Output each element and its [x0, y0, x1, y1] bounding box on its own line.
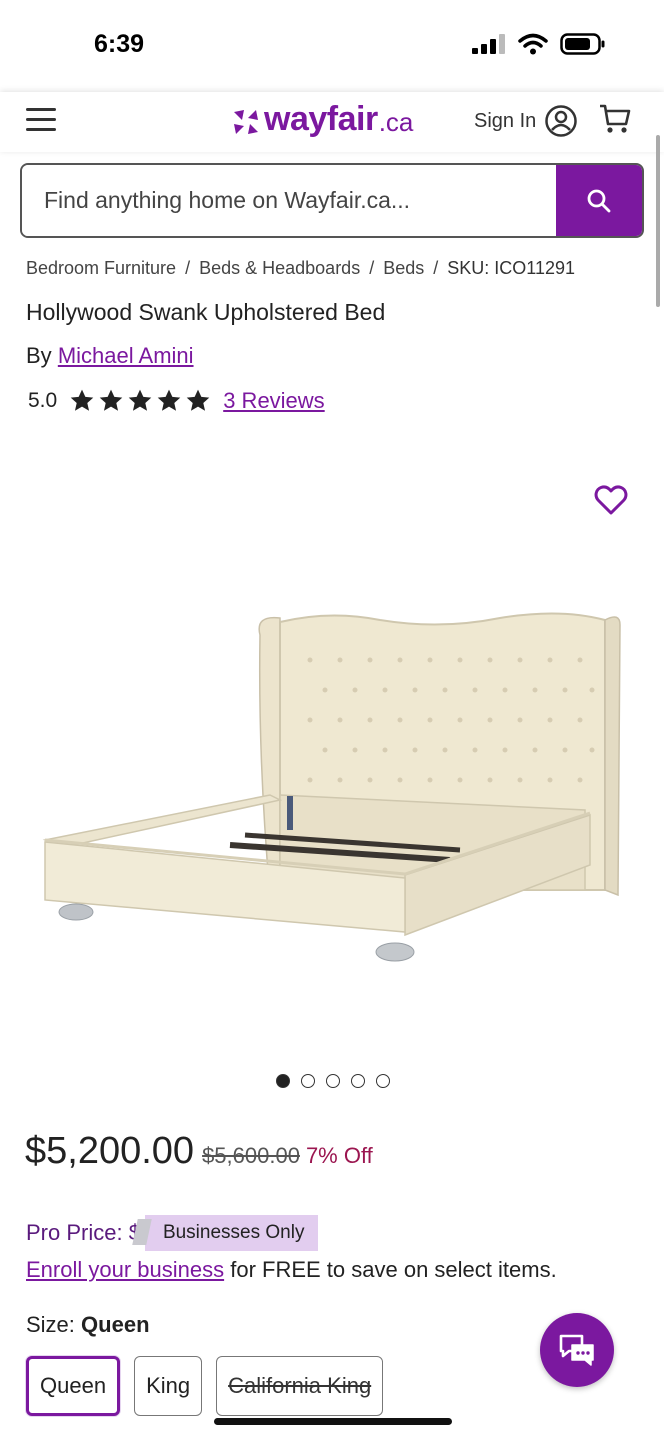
by-prefix: By: [26, 343, 52, 368]
pro-price-row: Pro Price: $ Businesses Only: [26, 1215, 319, 1251]
chat-button[interactable]: [540, 1313, 614, 1387]
size-option-queen[interactable]: Queen: [26, 1356, 121, 1416]
carousel-dot[interactable]: [326, 1074, 340, 1088]
cart-icon[interactable]: [598, 102, 632, 136]
hamburger-menu-icon[interactable]: [26, 108, 56, 132]
carousel-dot[interactable]: [276, 1074, 290, 1088]
logo-tld: .ca: [378, 107, 414, 137]
heart-icon[interactable]: [594, 484, 628, 516]
size-option-label: King: [146, 1373, 191, 1398]
size-option-king[interactable]: King: [134, 1356, 203, 1416]
product-title: Hollywood Swank Upholstered Bed: [26, 299, 386, 325]
wifi-icon: [518, 33, 548, 55]
size-selected-value: Queen: [81, 1312, 150, 1337]
breadcrumb-separator: /: [185, 258, 191, 278]
account-icon[interactable]: [544, 104, 578, 138]
site-header: wayfair .ca Sign In: [0, 92, 664, 152]
search-input[interactable]: [22, 165, 558, 236]
breadcrumb-item-bedroom-furniture[interactable]: Bedroom Furniture: [26, 258, 176, 278]
logo-text: wayfair: [264, 100, 378, 138]
breadcrumb-item-beds-headboards[interactable]: Beds & Headboards: [199, 258, 360, 278]
size-options: Queen King California King: [26, 1356, 384, 1416]
original-price: $5,600.00: [202, 1143, 300, 1168]
star-icon: [157, 389, 181, 411]
home-indicator[interactable]: [214, 1418, 452, 1425]
sku-label: SKU: ICO11291: [447, 258, 575, 278]
search-icon: [587, 189, 611, 212]
brand-byline: By Michael Amini: [26, 343, 194, 369]
star-icon: [99, 389, 123, 411]
current-price: $5,200.00: [25, 1130, 195, 1172]
breadcrumb-separator: /: [433, 258, 439, 278]
star-icon: [70, 389, 94, 411]
size-option-label: California King: [228, 1373, 372, 1398]
status-time: 6:39: [94, 30, 145, 58]
carousel-dots: [276, 1074, 390, 1088]
rating-value: 5.0: [28, 389, 58, 412]
product-image[interactable]: [30, 560, 640, 990]
carousel-dot[interactable]: [376, 1074, 390, 1088]
enroll-text: Enroll your business for FREE to save on…: [26, 1257, 557, 1283]
enroll-description: for FREE to save on select items.: [224, 1257, 557, 1282]
enroll-business-link[interactable]: Enroll your business: [26, 1257, 224, 1282]
size-label: Size: Queen: [26, 1312, 150, 1338]
pro-price-label: Pro Price: $: [26, 1220, 141, 1245]
star-icon: [186, 389, 210, 411]
sign-in-link[interactable]: Sign In: [474, 110, 536, 133]
rating-stars: [69, 388, 211, 414]
status-icons: [472, 33, 606, 55]
businesses-only-badge: Businesses Only: [144, 1215, 319, 1251]
breadcrumb-separator: /: [369, 258, 375, 278]
chat-icon: [559, 1334, 594, 1366]
carousel-dot[interactable]: [351, 1074, 365, 1088]
discount-badge: 7% Off: [305, 1143, 373, 1168]
reviews-link[interactable]: 3 Reviews: [223, 388, 324, 414]
battery-icon: [560, 33, 605, 55]
price-row: $5,200.00 $5,600.00 7% Off: [25, 1130, 373, 1173]
scrollbar[interactable]: [656, 135, 660, 307]
breadcrumb-item-beds[interactable]: Beds: [383, 258, 424, 278]
size-option-california-king[interactable]: California King: [216, 1356, 384, 1416]
carousel-dot[interactable]: [301, 1074, 315, 1088]
size-option-label: Queen: [40, 1373, 107, 1398]
breadcrumb: Bedroom Furniture / Beds & Headboards / Beds…: [26, 258, 575, 279]
brand-link[interactable]: Michael Amini: [58, 343, 194, 368]
size-label-prefix: Size:: [26, 1312, 75, 1337]
wayfair-logo[interactable]: wayfair .ca: [232, 100, 413, 139]
signal-icon: [472, 34, 505, 54]
status-bar: 6:39: [0, 0, 664, 92]
rating-row: 5.0 3 Reviews: [28, 388, 325, 414]
search-bar: [20, 163, 644, 238]
search-button[interactable]: [556, 165, 642, 236]
star-icon: [128, 389, 152, 411]
wayfair-pinwheel-icon: [234, 109, 258, 134]
